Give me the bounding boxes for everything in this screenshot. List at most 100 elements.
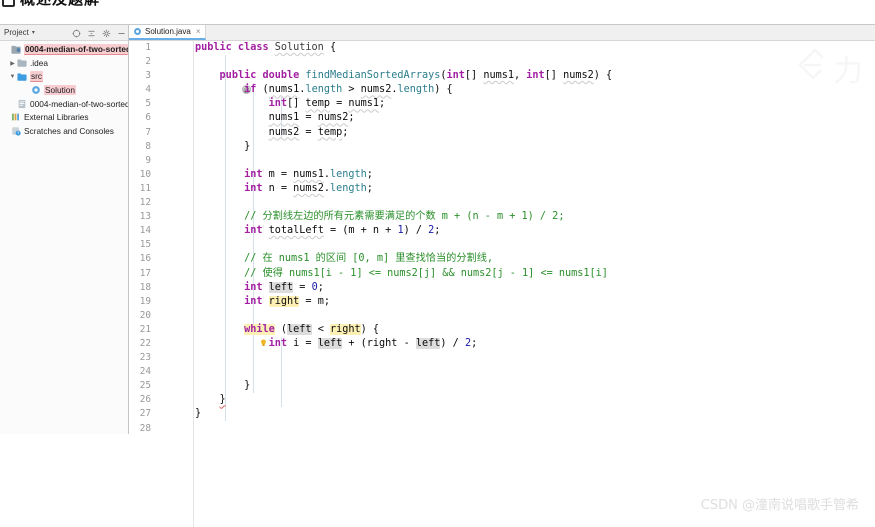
tree-item-module-file[interactable]: ▾ 0004-median-of-two-sorted-a <box>0 97 128 111</box>
code-line: 8 } <box>129 140 875 154</box>
tree-item-src[interactable]: ▼ src <box>0 70 128 84</box>
override-gutter-icon[interactable]: @ <box>155 70 251 95</box>
tree-arrow: ▾ <box>2 114 11 121</box>
code-line: 18 int left = 0; <box>129 281 875 295</box>
code-line: 9 <box>129 154 875 168</box>
code-line: 1 public class Solution { <box>129 41 875 55</box>
line-content: } <box>219 394 226 406</box>
line-content: nums2 = temp; <box>268 126 349 138</box>
tree-item-project-root[interactable]: ▾ 0004-median-of-two-sorted-ar <box>0 43 128 57</box>
line-number: 11 <box>139 182 151 194</box>
line-number: 16 <box>139 253 151 265</box>
line-number: 19 <box>139 295 151 307</box>
line-number: 5 <box>145 98 151 110</box>
gear-icon[interactable] <box>102 29 111 38</box>
line-content: nums1 = nums2; <box>268 112 355 124</box>
code-editor[interactable]: 1 public class Solution { 2 3 @ public d… <box>129 41 875 527</box>
locate-icon[interactable] <box>72 28 81 38</box>
tree-arrow: ▾ <box>2 46 11 53</box>
line-number: 21 <box>139 323 151 335</box>
line-number: 1 <box>145 42 151 53</box>
line-content: } <box>244 380 251 392</box>
code-line: 20 <box>129 309 875 323</box>
code-line: 6 nums1 = nums2; <box>129 111 875 125</box>
tree-arrow-expanded[interactable]: ▼ <box>8 74 17 80</box>
line-number: 13 <box>139 211 151 223</box>
line-number: 17 <box>139 267 151 279</box>
minimize-icon[interactable] <box>117 29 126 38</box>
line-content: public class Solution { <box>195 42 337 53</box>
code-line: 11 int n = nums2.length; <box>129 182 875 196</box>
tree-arrow-collapsed[interactable]: ▶ <box>8 60 17 67</box>
tree-item-label: Solution <box>44 85 76 96</box>
code-line: 12 <box>129 196 875 210</box>
line-content: public double findMedianSortedArrays(int… <box>219 70 613 82</box>
line-number: 8 <box>145 140 151 152</box>
top-cutoff-banner: 概述及题解 <box>0 0 140 13</box>
tree-item-solution[interactable]: ▾ Solution <box>0 84 128 98</box>
tab-solution-java[interactable]: Solution.java × <box>129 25 207 40</box>
collapse-all-icon[interactable] <box>87 29 96 38</box>
code-line: 14 int totalLeft = (m + n + 1) / 2; <box>129 224 875 238</box>
banner-text: 概述及题解 <box>20 0 100 9</box>
libraries-icon <box>12 113 19 121</box>
line-number: 3 <box>145 70 151 82</box>
project-panel-toolbar <box>72 25 126 41</box>
code-line: 15 <box>129 238 875 252</box>
code-line: 2 <box>129 55 875 69</box>
tab-label: Solution.java <box>145 27 191 36</box>
line-content: // 使得 nums1[i - 1] <= nums2[j] && nums2[… <box>195 267 608 279</box>
code-line: 28 <box>129 422 875 436</box>
code-line: 7 nums2 = temp; <box>129 126 875 140</box>
line-number: 14 <box>139 225 151 237</box>
line-number: 26 <box>139 394 151 406</box>
tree-item-label: Scratches and Consoles <box>24 125 114 136</box>
tree-item-label: src <box>30 71 44 83</box>
project-root-icon <box>11 45 21 54</box>
line-content: int right = m; <box>244 295 330 307</box>
tree-item-scratches[interactable]: ▾ Scratches and Consoles <box>0 124 128 138</box>
line-content: if (nums1.length > nums2.length) { <box>244 84 453 96</box>
line-number: 6 <box>145 112 151 124</box>
line-content: // 分割线左边的所有元素需要满足的个数 m + (n - m + 1) / 2… <box>195 211 565 223</box>
tree-item-external-libraries[interactable]: ▾ External Libraries <box>0 111 128 125</box>
project-panel-header: Project ▾ <box>0 25 128 41</box>
line-number: 12 <box>139 197 151 209</box>
line-number: 7 <box>145 126 151 138</box>
line-number: 2 <box>145 56 151 68</box>
code-line: 26 } <box>129 393 875 407</box>
code-line: 19 int right = m; <box>129 295 875 309</box>
tree-arrow: ▾ <box>22 87 31 94</box>
tree-arrow: ▾ <box>8 100 17 107</box>
close-icon[interactable]: × <box>196 27 201 36</box>
java-class-icon <box>134 28 141 35</box>
line-number: 10 <box>139 168 151 180</box>
code-line: 25 } <box>129 379 875 393</box>
code-line: 21 while (left < right) { <box>129 323 875 346</box>
line-number: 20 <box>139 309 151 321</box>
tree-item-label: External Libraries <box>24 112 89 123</box>
line-number: 9 <box>145 154 151 166</box>
folder-icon <box>17 73 27 81</box>
line-number: 4 <box>145 84 151 96</box>
line-number: 22 <box>139 337 151 349</box>
code-line: 17 // 使得 nums1[i - 1] <= nums2[j] && num… <box>129 267 875 281</box>
line-content: int[] temp = nums1; <box>268 98 386 110</box>
screenshot-root: 概述及题解 Project ▾ <box>0 0 875 527</box>
java-class-icon <box>32 86 40 95</box>
intention-bulb-icon[interactable] <box>173 324 266 346</box>
line-content: } <box>244 140 251 152</box>
line-content: int m = nums1.length; <box>244 168 373 180</box>
chevron-down-icon[interactable]: ▾ <box>32 29 35 36</box>
editor-tab-bar: Solution.java × <box>129 25 875 41</box>
code-line: 22 int i = left + (right - left) / 2; <box>129 337 875 351</box>
tree-item-label: .idea <box>30 58 48 69</box>
line-number: 15 <box>139 239 151 251</box>
project-tool-window: Project ▾ 0004-median-of-two-sorte ▶ .id… <box>0 25 129 434</box>
line-number: 25 <box>139 380 151 392</box>
tree-item-idea[interactable]: ▶ .idea <box>0 57 128 71</box>
line-content: int i = left + (right - left) / 2; <box>268 337 478 349</box>
code-line: 27 } <box>129 407 875 421</box>
editor-area: Solution.java × 1 public class Solution … <box>129 25 875 527</box>
line-number: 28 <box>139 422 151 434</box>
